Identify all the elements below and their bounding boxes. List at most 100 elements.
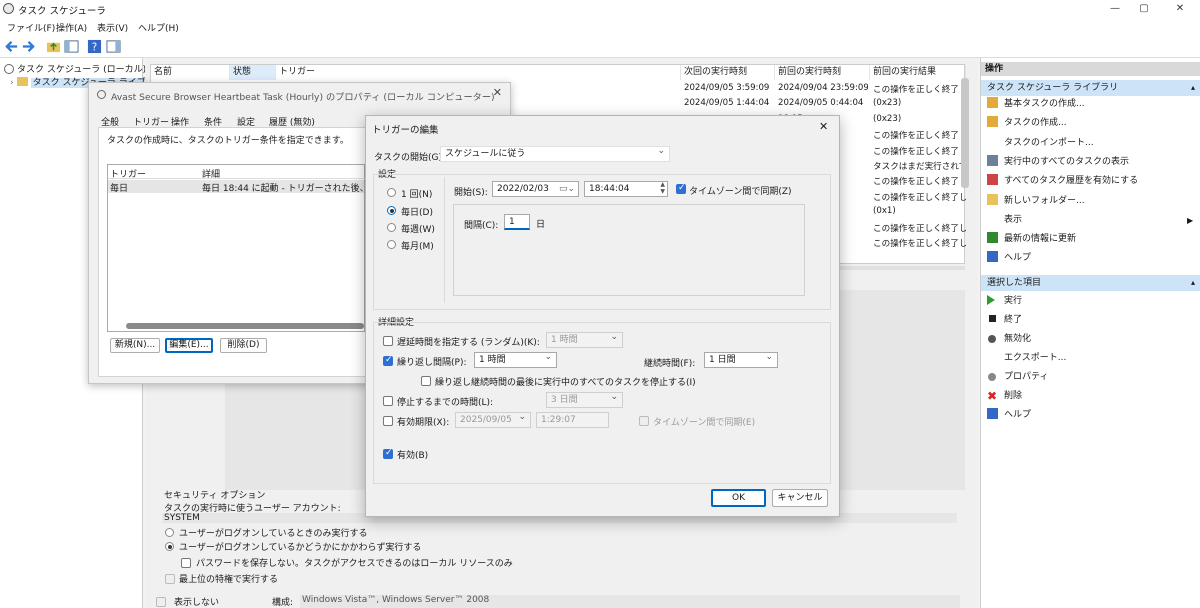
radio-once[interactable] xyxy=(387,188,396,197)
action-selected-0[interactable]: 実行 xyxy=(987,294,1022,309)
column-header-name[interactable]: 名前 xyxy=(151,65,230,80)
end-icon xyxy=(989,315,996,322)
menu-help[interactable]: ヘルプ(H) xyxy=(138,21,179,34)
stop-after-select[interactable]: 3 日間 xyxy=(546,390,623,408)
spinner-arrows-icon[interactable]: ▲ ▼ xyxy=(660,181,665,195)
checkbox-no-store-password[interactable] xyxy=(181,558,191,568)
ok-button[interactable]: OK xyxy=(711,489,766,507)
security-options-title: セキュリティ オプション xyxy=(164,491,266,501)
checkbox-highest-privileges[interactable] xyxy=(165,574,175,584)
repeat-interval-select[interactable]: 1 時間 xyxy=(474,350,557,368)
horizontal-scrollbar[interactable] xyxy=(126,323,364,329)
start-time-spinner[interactable]: 18:44:04 ▲ ▼ xyxy=(584,181,668,197)
action-library-0[interactable]: 基本タスクの作成... xyxy=(987,97,1085,112)
checkbox-hidden[interactable] xyxy=(156,597,166,607)
radio-run-logged-on[interactable] xyxy=(165,528,174,537)
table-cell-last: 2024/09/05 0:44:04 xyxy=(778,98,864,109)
tree-node-root[interactable]: タスク スケジューラ (ローカル) xyxy=(4,62,146,75)
folder-up-icon[interactable] xyxy=(46,39,61,54)
action-library-5[interactable]: 新しいフォルダー... xyxy=(987,193,1085,209)
help-icon[interactable]: ? xyxy=(87,39,102,54)
radio-run-whether-logged-on[interactable] xyxy=(165,542,174,551)
checkbox-expire-tz-label: タイムゾーン間で同期(E) xyxy=(653,418,756,428)
delay-select[interactable]: 1 時間 xyxy=(546,330,623,348)
actions-library-header[interactable]: タスク スケジューラ ライブラリ ▴ xyxy=(981,80,1200,96)
checkbox-tz-sync[interactable] xyxy=(676,183,686,194)
show-hide-action-pane-icon[interactable] xyxy=(106,39,121,54)
column-header-next-run[interactable]: 次回の実行時刻 xyxy=(681,65,775,80)
expire-time-spinner[interactable]: 1:29:07 xyxy=(536,412,609,428)
table-cell-next: 2024/09/05 3:59:09 xyxy=(684,83,770,93)
interval-label: 間隔(C): xyxy=(464,221,499,231)
action-library-2[interactable]: タスクのインポート... xyxy=(987,136,1094,151)
edit-trigger-title: トリガーの編集 xyxy=(372,125,439,136)
edit-trigger-button[interactable]: 編集(E)... xyxy=(165,338,213,353)
properties-close-button[interactable]: ✕ xyxy=(493,86,502,99)
radio-weekly[interactable] xyxy=(387,223,396,232)
action-library-4[interactable]: すべてのタスク履歴を有効にする xyxy=(987,174,1138,189)
collapse-arrow-icon[interactable]: ▴ xyxy=(1191,275,1195,291)
action-selected-1[interactable]: 終了 xyxy=(987,313,1022,328)
action-selected-4[interactable]: プロパティ xyxy=(987,370,1048,385)
radio-monthly-label: 毎月(M) xyxy=(401,242,434,252)
action-library-7[interactable]: 最新の情報に更新 xyxy=(987,232,1076,247)
checkbox-no-store-password-label: パスワードを保存しない。タスクがアクセスできるのはローカル リソースのみ xyxy=(196,559,513,569)
begin-task-label: タスクの開始(G): xyxy=(374,153,446,163)
back-arrow-icon[interactable] xyxy=(4,39,19,54)
vertical-scrollbar[interactable] xyxy=(961,78,969,188)
column-header-last-result[interactable]: 前回の実行結果 xyxy=(870,65,966,80)
svg-text:?: ? xyxy=(92,42,97,54)
minimize-button[interactable]: — xyxy=(1105,1,1125,17)
config-value[interactable]: Windows Vista™, Windows Server™ 2008 xyxy=(300,595,960,608)
begin-task-select[interactable]: スケジュールに従う xyxy=(440,144,670,162)
checkbox-expire-tz[interactable] xyxy=(639,416,649,426)
menu-bar: ファイル(F) 操作(A) 表示(V) ヘルプ(H) xyxy=(0,18,1200,36)
collapse-arrow-icon[interactable]: ▴ xyxy=(1191,80,1195,96)
menu-view[interactable]: 表示(V) xyxy=(97,21,128,34)
radio-monthly[interactable] xyxy=(387,240,396,249)
create-task-icon xyxy=(987,116,998,128)
action-selected-5[interactable]: ✖ 削除 xyxy=(987,389,1022,404)
action-library-3[interactable]: 実行中のすべてのタスクの表示 xyxy=(987,154,1129,170)
duration-select[interactable]: 1 日間 xyxy=(704,350,778,368)
checkbox-stop-all[interactable] xyxy=(421,376,431,386)
show-hide-console-tree-icon[interactable] xyxy=(64,39,79,54)
action-library-8[interactable]: ヘルプ xyxy=(987,251,1031,266)
duration-label: 継続時間(F): xyxy=(644,359,696,369)
column-header-status[interactable]: 状態 xyxy=(230,65,276,80)
checkbox-expire[interactable] xyxy=(383,416,393,426)
radio-daily-label: 毎日(D) xyxy=(401,208,433,218)
maximize-button[interactable]: ▢ xyxy=(1134,1,1154,17)
forward-arrow-icon[interactable] xyxy=(21,39,36,54)
table-cell-result: この操作を正しく終了し xyxy=(873,131,966,142)
action-library-6[interactable]: 表示 ▶ xyxy=(987,213,1193,228)
interval-input[interactable]: 1 xyxy=(504,214,530,230)
action-selected-2[interactable]: 無効化 xyxy=(987,332,1031,347)
action-library-1[interactable]: タスクの作成... xyxy=(987,116,1067,131)
menu-action[interactable]: 操作(A) xyxy=(56,21,87,34)
start-date-picker[interactable]: 2022/02/03 ▭⌄ xyxy=(492,181,579,197)
actions-selected-header[interactable]: 選択した項目 ▴ xyxy=(981,275,1200,291)
action-selected-6[interactable]: ヘルプ xyxy=(987,408,1031,423)
trigger-list-row[interactable]: 毎日 毎日 18:44 に起動 - トリガーされた後、1 日間 xyxy=(108,180,395,194)
checkbox-stop-after[interactable] xyxy=(383,396,393,406)
expand-chevron-icon[interactable]: › xyxy=(10,78,14,88)
calendar-dropdown-icon[interactable]: ▭⌄ xyxy=(559,182,575,196)
column-header-trigger[interactable]: トリガー xyxy=(276,65,681,80)
column-header-last-run[interactable]: 前回の実行時刻 xyxy=(775,65,870,80)
list-header-detail[interactable]: 詳細 xyxy=(202,167,220,180)
cancel-button[interactable]: キャンセル xyxy=(772,489,828,507)
action-selected-3[interactable]: エクスポート... xyxy=(987,351,1066,366)
checkbox-delay[interactable] xyxy=(383,336,393,346)
delete-trigger-button[interactable]: 削除(D) xyxy=(220,338,267,353)
list-header-trigger[interactable]: トリガー xyxy=(110,167,146,180)
close-button[interactable]: ✕ xyxy=(1170,1,1190,17)
edit-trigger-close-button[interactable]: ✕ xyxy=(819,120,828,133)
checkbox-enabled-label: 有効(B) xyxy=(397,451,429,461)
radio-daily[interactable] xyxy=(387,206,396,215)
new-trigger-button[interactable]: 新規(N)... xyxy=(110,338,160,353)
menu-file[interactable]: ファイル(F) xyxy=(7,21,55,34)
checkbox-enabled[interactable] xyxy=(383,448,393,459)
checkbox-repeat[interactable] xyxy=(383,355,393,366)
expire-date-picker[interactable]: 2025/09/05 xyxy=(455,410,531,428)
